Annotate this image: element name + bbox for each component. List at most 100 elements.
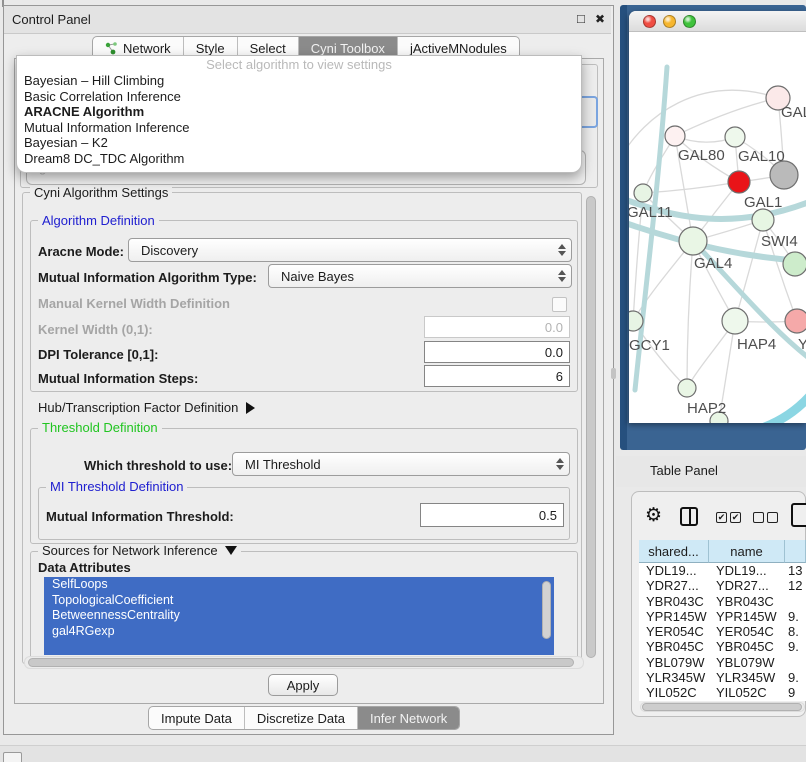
unchecked-checkbox-icon[interactable] bbox=[753, 512, 764, 523]
cell-name: YBL079W bbox=[709, 655, 785, 670]
table-row[interactable]: YLR345W YLR345W 9. bbox=[639, 670, 806, 685]
threshold-definition-title: Threshold Definition bbox=[38, 421, 162, 434]
dpi-tolerance-value: 0.0 bbox=[545, 345, 563, 360]
node-label: GCY1 bbox=[629, 337, 670, 354]
cell-shared-name: YPR145W bbox=[639, 609, 709, 624]
network-node-gal80[interactable] bbox=[665, 126, 685, 146]
cyni-algorithm-settings-title: Cyni Algorithm Settings bbox=[30, 186, 172, 199]
hub-definition-label: Hub/Transcription Factor Definition bbox=[38, 400, 238, 415]
cell-name: YLR345W bbox=[709, 670, 785, 685]
network-node-gcy1[interactable] bbox=[629, 311, 643, 331]
screen: Control Panel □ ✖ Network Style Select C… bbox=[0, 0, 806, 762]
cell-name: YDR27... bbox=[709, 578, 785, 593]
aracne-mode-combo[interactable]: Discovery bbox=[128, 238, 572, 262]
network-node-hap2[interactable] bbox=[678, 379, 696, 397]
algorithm-option[interactable]: Mutual Information Inference bbox=[17, 120, 581, 136]
close-window-icon[interactable]: ✖ bbox=[595, 12, 605, 26]
tab-style-label: Style bbox=[196, 41, 225, 56]
network-window-titlebar bbox=[629, 11, 806, 32]
list-scrollbar-thumb[interactable] bbox=[542, 581, 551, 639]
table-header: shared... name bbox=[639, 540, 806, 563]
close-traffic-light[interactable] bbox=[643, 15, 656, 28]
apply-button-label: Apply bbox=[287, 678, 320, 693]
mi-type-combo[interactable]: Naive Bayes bbox=[268, 264, 572, 288]
apply-button[interactable]: Apply bbox=[268, 674, 338, 696]
column-header-name[interactable]: name bbox=[709, 540, 785, 563]
network-node-gal10[interactable] bbox=[770, 161, 798, 189]
checked-checkbox-icon[interactable]: ✔ bbox=[730, 512, 741, 523]
node-label: GAL80 bbox=[678, 147, 725, 164]
hub-definition-toggle[interactable]: Hub/Transcription Factor Definition bbox=[38, 400, 255, 415]
network-canvas[interactable]: GAL GAL80 GAL10 GAL1 GAL11 SWI4 GAL4 GCY… bbox=[629, 32, 806, 423]
bottom-left-widget[interactable] bbox=[3, 752, 22, 762]
cell-value bbox=[785, 655, 806, 670]
data-attribute-item[interactable]: gal4RGexp bbox=[44, 624, 554, 640]
algorithm-option-selected[interactable]: ARACNE Algorithm bbox=[17, 104, 581, 120]
algorithm-option[interactable]: Bayesian – Hill Climbing bbox=[17, 73, 581, 89]
collapse-down-icon bbox=[225, 546, 237, 555]
document-icon[interactable] bbox=[791, 503, 806, 527]
zoom-traffic-light[interactable] bbox=[683, 15, 696, 28]
node-label: Y bbox=[798, 336, 806, 353]
column-header-partial[interactable] bbox=[785, 540, 806, 563]
table-row[interactable]: YBR045C YBR045C 9. bbox=[639, 639, 806, 654]
which-threshold-combo[interactable]: MI Threshold bbox=[232, 452, 570, 476]
network-node-gal1[interactable] bbox=[728, 171, 750, 193]
tab-infer-network[interactable]: Infer Network bbox=[357, 707, 459, 729]
settings-vscrollbar-thumb[interactable] bbox=[586, 196, 596, 658]
table-row[interactable]: YBL079W YBL079W bbox=[639, 655, 806, 670]
tab-jactivemnodules-label: jActiveMNodules bbox=[410, 41, 507, 56]
table-row[interactable]: YER054C YER054C 8. bbox=[639, 624, 806, 639]
mi-threshold-value: 0.5 bbox=[539, 508, 557, 523]
float-window-icon[interactable]: □ bbox=[577, 11, 585, 26]
table-row[interactable]: YIL052C YIL052C 9 bbox=[639, 685, 806, 700]
unchecked-checkbox-icon[interactable] bbox=[767, 512, 778, 523]
network-node-hap4[interactable] bbox=[722, 308, 748, 334]
column-header-shared[interactable]: shared... bbox=[639, 540, 709, 563]
table-hscrollbar-thumb[interactable] bbox=[642, 703, 802, 711]
network-node-salmon[interactable] bbox=[785, 309, 806, 333]
tab-network-label: Network bbox=[123, 41, 171, 56]
panel-splitter-handle[interactable] bbox=[611, 368, 616, 379]
data-attributes-label: Data Attributes bbox=[38, 560, 131, 575]
mi-steps-field[interactable]: 6 bbox=[424, 365, 570, 387]
control-panel-titlebar bbox=[4, 6, 611, 34]
tab-discretize-data[interactable]: Discretize Data bbox=[244, 707, 357, 729]
tab-impute-data-label: Impute Data bbox=[161, 711, 232, 726]
mi-threshold-field[interactable]: 0.5 bbox=[420, 503, 564, 527]
table-row[interactable]: YBR043C YBR043C bbox=[639, 594, 806, 609]
algorithm-option[interactable]: Bayesian – K2 bbox=[17, 135, 581, 151]
control-panel-title: Control Panel bbox=[12, 12, 91, 27]
aracne-mode-value: Discovery bbox=[129, 243, 553, 258]
gear-icon[interactable]: ⚙ bbox=[645, 504, 662, 527]
tab-impute-data[interactable]: Impute Data bbox=[149, 707, 244, 729]
table-row[interactable]: YDL19... YDL19... 13 bbox=[639, 563, 806, 578]
algorithm-option[interactable]: Dream8 DC_TDC Algorithm bbox=[17, 151, 581, 167]
network-node-green-right[interactable] bbox=[783, 252, 806, 276]
mi-steps-value: 6 bbox=[556, 369, 563, 384]
cell-shared-name: YER054C bbox=[639, 624, 709, 639]
table-row[interactable]: YPR145W YPR145W 9. bbox=[639, 609, 806, 624]
dpi-tolerance-field[interactable]: 0.0 bbox=[424, 341, 570, 363]
minimize-traffic-light[interactable] bbox=[663, 15, 676, 28]
data-attribute-item[interactable]: BetweennessCentrality bbox=[44, 608, 554, 624]
network-node-swi4[interactable] bbox=[752, 209, 774, 231]
data-attribute-item[interactable]: TopologicalCoefficient bbox=[44, 593, 554, 609]
aracne-mode-label: Aracne Mode: bbox=[38, 244, 124, 259]
table-body: YDL19... YDL19... 13 YDR27... YDR27... 1… bbox=[639, 563, 806, 701]
data-attribute-item[interactable]: SelfLoops bbox=[44, 577, 554, 593]
network-node-gal11[interactable] bbox=[634, 184, 652, 202]
node-label: GAL1 bbox=[744, 194, 782, 211]
settings-hscrollbar-thumb[interactable] bbox=[28, 658, 574, 667]
network-node-gal4[interactable] bbox=[679, 227, 707, 255]
split-columns-icon[interactable] bbox=[680, 507, 698, 526]
sources-toggle[interactable]: Sources for Network Inference bbox=[38, 544, 241, 557]
algorithm-option[interactable]: Basic Correlation Inference bbox=[17, 89, 581, 105]
cell-value: 9. bbox=[785, 639, 806, 654]
cell-value bbox=[785, 594, 806, 609]
checked-checkbox-icon[interactable]: ✔ bbox=[716, 512, 727, 523]
mi-threshold-group-title: MI Threshold Definition bbox=[46, 480, 187, 493]
mi-type-value: Naive Bayes bbox=[269, 269, 553, 284]
table-row[interactable]: YDR27... YDR27... 12 bbox=[639, 578, 806, 593]
network-node-green-top[interactable] bbox=[725, 127, 745, 147]
